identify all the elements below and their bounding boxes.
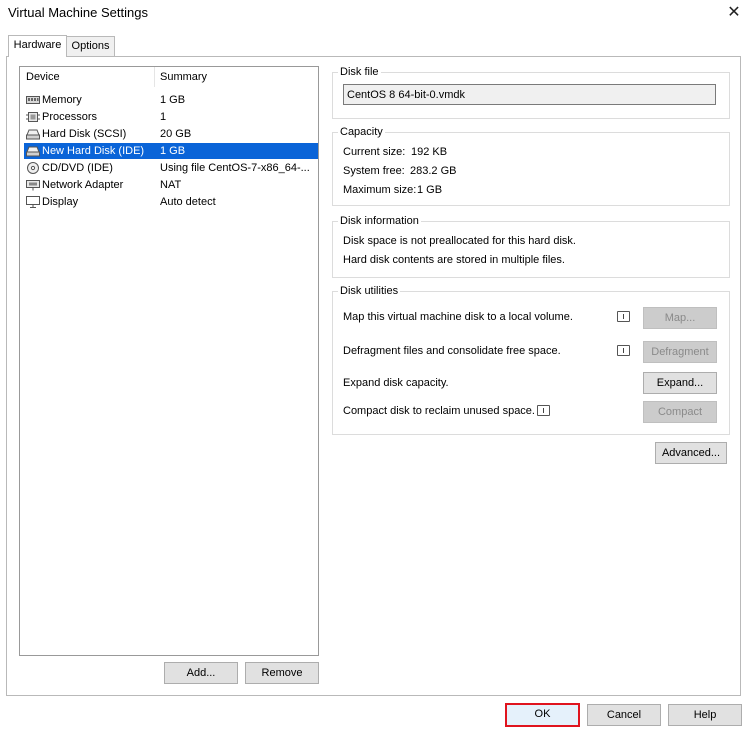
device-summary: Auto detect <box>160 196 216 208</box>
ok-button[interactable]: OK <box>505 703 580 727</box>
info-icon[interactable] <box>537 405 550 416</box>
device-row-cd-dvd[interactable]: CD/DVD (IDE) Using file CentOS-7-x86_64-… <box>24 160 318 176</box>
cancel-button[interactable]: Cancel <box>587 704 661 726</box>
device-summary: 1 GB <box>160 145 186 157</box>
maximum-size-value: 1 GB <box>417 184 443 196</box>
info-icon[interactable] <box>617 311 630 322</box>
memory-icon <box>26 96 40 104</box>
disk-information-title: Disk information <box>338 215 421 227</box>
compact-button[interactable]: Compact <box>643 401 717 423</box>
close-icon[interactable]: ✕ <box>722 2 746 24</box>
system-free-label: System free: <box>343 165 405 177</box>
current-size-value: 192 KB <box>411 146 448 158</box>
display-icon <box>26 196 40 208</box>
system-free-value: 283.2 GB <box>410 165 457 177</box>
disk-information-group <box>332 221 730 278</box>
device-name: New Hard Disk (IDE) <box>42 145 145 157</box>
processor-icon <box>26 112 40 122</box>
device-name: Network Adapter <box>42 179 124 191</box>
tab-options[interactable]: Options <box>66 36 115 57</box>
info-icon[interactable] <box>617 345 630 356</box>
current-size-label: Current size: <box>343 146 406 158</box>
device-name: Processors <box>42 111 98 123</box>
remove-button[interactable]: Remove <box>245 662 319 684</box>
advanced-button[interactable]: Advanced... <box>655 442 727 464</box>
device-summary: 1 <box>160 111 167 123</box>
window-title: Virtual Machine Settings <box>8 5 148 20</box>
expand-description: Expand disk capacity. <box>343 377 449 389</box>
expand-button[interactable]: Expand... <box>643 372 717 394</box>
hard-disk-icon <box>26 146 40 157</box>
device-name: Display <box>42 196 79 208</box>
device-row-display[interactable]: Display Auto detect <box>24 194 318 210</box>
device-name: CD/DVD (IDE) <box>42 162 113 174</box>
device-row-hard-disk-scsi[interactable]: Hard Disk (SCSI) 20 GB <box>24 126 318 142</box>
summary-column-header[interactable]: Summary <box>160 71 207 83</box>
device-summary: NAT <box>160 179 182 191</box>
cd-dvd-icon <box>27 162 39 174</box>
maximum-size-label: Maximum size: <box>343 184 417 196</box>
map-description: Map this virtual machine disk to a local… <box>343 311 573 323</box>
device-column-header[interactable]: Device <box>26 71 60 83</box>
device-name: Memory <box>42 94 82 106</box>
disk-utilities-title: Disk utilities <box>338 285 401 297</box>
hard-disk-icon <box>26 129 40 140</box>
network-adapter-icon <box>26 180 40 191</box>
map-button[interactable]: Map... <box>643 307 717 329</box>
column-divider[interactable] <box>154 67 155 87</box>
device-row-processors[interactable]: Processors 1 <box>24 109 318 125</box>
defragment-description: Defragment files and consolidate free sp… <box>343 345 561 357</box>
tab-hardware[interactable]: Hardware <box>8 35 67 57</box>
add-button[interactable]: Add... <box>164 662 238 684</box>
device-summary: 20 GB <box>160 128 192 140</box>
compact-description: Compact disk to reclaim unused space. <box>343 405 535 417</box>
disk-info-line-2: Hard disk contents are stored in multipl… <box>343 254 565 266</box>
device-row-new-hard-disk-ide[interactable]: New Hard Disk (IDE) 1 GB <box>24 143 318 159</box>
capacity-title: Capacity <box>338 126 385 138</box>
disk-file-field[interactable]: CentOS 8 64-bit-0.vmdk <box>343 84 716 105</box>
device-row-network-adapter[interactable]: Network Adapter NAT <box>24 177 318 193</box>
device-summary: Using file CentOS-7-x86_64-... <box>160 162 310 174</box>
disk-file-title: Disk file <box>338 66 381 78</box>
defragment-button[interactable]: Defragment <box>643 341 717 363</box>
disk-info-line-1: Disk space is not preallocated for this … <box>343 235 576 247</box>
device-row-memory[interactable]: Memory 1 GB <box>24 92 318 108</box>
device-summary: 1 GB <box>160 94 186 106</box>
help-button[interactable]: Help <box>668 704 742 726</box>
device-name: Hard Disk (SCSI) <box>42 128 127 140</box>
device-list[interactable]: Device Summary Memory 1 GB Processors 1 … <box>19 66 319 656</box>
